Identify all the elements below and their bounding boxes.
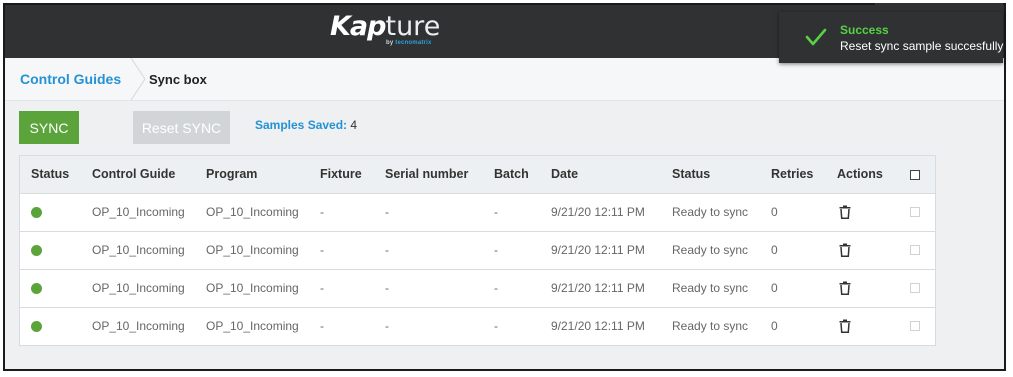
reset-sync-button[interactable]: Reset SYNC bbox=[133, 111, 230, 144]
cell-batch: - bbox=[494, 205, 498, 219]
cell-serial-number: - bbox=[385, 281, 389, 295]
cell-control-guide: OP_10_Incoming bbox=[92, 243, 185, 257]
table-header: Status Control Guide Program Fixture Ser… bbox=[20, 156, 935, 194]
header-control-guide: Control Guide bbox=[92, 167, 176, 181]
status-dot bbox=[31, 283, 42, 294]
samples-table: Status Control Guide Program Fixture Ser… bbox=[19, 155, 936, 346]
logo-brand: tecnomatrix bbox=[395, 40, 432, 46]
header-serial-number: Serial number bbox=[385, 167, 469, 181]
row-checkbox[interactable] bbox=[910, 321, 920, 331]
breadcrumb-control-guides[interactable]: Control Guides bbox=[20, 71, 121, 87]
cell-date: 9/21/20 12:11 PM bbox=[551, 205, 645, 219]
breadcrumb-sync-box: Sync box bbox=[149, 72, 207, 87]
cell-batch: - bbox=[494, 243, 498, 257]
samples-saved: Samples Saved: 4 bbox=[255, 118, 357, 132]
header-sync-status: Status bbox=[672, 167, 711, 181]
cell-date: 9/21/20 12:11 PM bbox=[551, 243, 645, 257]
sync-button[interactable]: SYNC bbox=[19, 111, 79, 144]
status-dot bbox=[31, 207, 42, 218]
header-batch: Batch bbox=[494, 167, 529, 181]
cell-fixture: - bbox=[320, 281, 324, 295]
trash-icon[interactable] bbox=[839, 319, 851, 333]
header-retries: Retries bbox=[771, 167, 814, 181]
logo-subtitle: by tecnomatrix bbox=[386, 40, 432, 46]
table-row: OP_10_Incoming OP_10_Incoming - - - 9/21… bbox=[20, 308, 935, 345]
cell-sync-status: Ready to sync bbox=[672, 281, 749, 295]
cell-serial-number: - bbox=[385, 319, 389, 333]
logo-text-rest: ture bbox=[385, 11, 441, 42]
row-checkbox[interactable] bbox=[910, 283, 920, 293]
trash-icon[interactable] bbox=[839, 205, 851, 219]
cell-program: OP_10_Incoming bbox=[206, 281, 299, 295]
logo-text-main: Kap bbox=[330, 11, 386, 42]
cell-retries: 0 bbox=[771, 205, 778, 219]
header-fixture: Fixture bbox=[320, 167, 362, 181]
toast-backdrop bbox=[875, 3, 1003, 12]
cell-fixture: - bbox=[320, 243, 324, 257]
header-date: Date bbox=[551, 167, 579, 181]
header-status: Status bbox=[31, 167, 70, 181]
cell-retries: 0 bbox=[771, 281, 778, 295]
trash-icon[interactable] bbox=[839, 243, 851, 257]
cell-batch: - bbox=[494, 319, 498, 333]
select-all-checkbox[interactable] bbox=[910, 170, 920, 180]
cell-sync-status: Ready to sync bbox=[672, 319, 749, 333]
samples-saved-label: Samples Saved: bbox=[255, 118, 348, 132]
header-program: Program bbox=[206, 167, 258, 181]
table-row: OP_10_Incoming OP_10_Incoming - - - 9/21… bbox=[20, 194, 935, 232]
cell-sync-status: Ready to sync bbox=[672, 205, 749, 219]
row-checkbox[interactable] bbox=[910, 207, 920, 217]
cell-fixture: - bbox=[320, 319, 324, 333]
status-dot bbox=[31, 245, 42, 256]
breadcrumb: Control Guides Sync box bbox=[5, 58, 1004, 101]
table-row: OP_10_Incoming OP_10_Incoming - - - 9/21… bbox=[20, 232, 935, 270]
check-icon bbox=[805, 28, 827, 46]
kapture-logo: Kapture bbox=[330, 13, 440, 40]
cell-retries: 0 bbox=[771, 243, 778, 257]
trash-icon[interactable] bbox=[839, 281, 851, 295]
cell-batch: - bbox=[494, 281, 498, 295]
logo-by: by bbox=[386, 40, 396, 46]
cell-program: OP_10_Incoming bbox=[206, 243, 299, 257]
cell-fixture: - bbox=[320, 205, 324, 219]
cell-control-guide: OP_10_Incoming bbox=[92, 205, 185, 219]
cell-sync-status: Ready to sync bbox=[672, 243, 749, 257]
cell-program: OP_10_Incoming bbox=[206, 205, 299, 219]
header-actions: Actions bbox=[837, 167, 883, 181]
samples-saved-count: 4 bbox=[350, 118, 358, 132]
success-toast[interactable]: Success Reset sync sample succesfully bbox=[779, 12, 1003, 63]
cell-control-guide: OP_10_Incoming bbox=[92, 319, 185, 333]
cell-serial-number: - bbox=[385, 243, 389, 257]
cell-control-guide: OP_10_Incoming bbox=[92, 281, 185, 295]
cell-date: 9/21/20 12:11 PM bbox=[551, 319, 645, 333]
toast-message: Reset sync sample succesfully bbox=[840, 39, 1004, 53]
cell-retries: 0 bbox=[771, 319, 778, 333]
row-checkbox[interactable] bbox=[910, 245, 920, 255]
breadcrumb-separator-icon bbox=[130, 58, 146, 100]
cell-serial-number: - bbox=[385, 205, 389, 219]
table-row: OP_10_Incoming OP_10_Incoming - - - 9/21… bbox=[20, 270, 935, 308]
toast-title: Success bbox=[840, 23, 889, 37]
status-dot bbox=[31, 321, 42, 332]
cell-date: 9/21/20 12:11 PM bbox=[551, 281, 645, 295]
cell-program: OP_10_Incoming bbox=[206, 319, 299, 333]
